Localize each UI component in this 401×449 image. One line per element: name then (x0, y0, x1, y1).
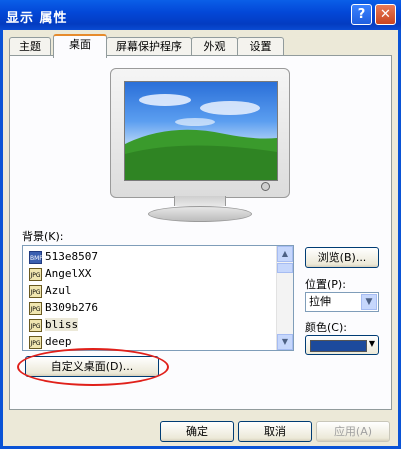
list-item[interactable]: JPG Azul (29, 283, 72, 299)
color-picker-button[interactable]: ▼ (305, 335, 379, 355)
tab-appearance[interactable]: 外观 (191, 37, 238, 56)
tab-screensaver[interactable]: 屏幕保护程序 (106, 37, 192, 56)
list-item-selected[interactable]: JPG bliss (29, 317, 79, 333)
list-scrollbar[interactable]: ▲ ▼ (276, 246, 293, 350)
monitor-frame (110, 68, 290, 198)
position-label: 位置(P): (305, 278, 346, 291)
scroll-up-arrow-icon[interactable]: ▲ (277, 246, 293, 262)
jpg-file-icon: JPG (29, 318, 42, 332)
list-item-label: B309b276 (45, 301, 98, 314)
color-label: 颜色(C): (305, 321, 347, 334)
monitor-neck (174, 196, 226, 206)
help-button[interactable]: ? (351, 4, 372, 25)
tab-settings[interactable]: 设置 (237, 37, 284, 56)
apply-button[interactable]: 应用(A) (316, 421, 390, 442)
list-item-label: AngelXX (45, 267, 92, 280)
tab-themes[interactable]: 主题 (9, 37, 51, 56)
chevron-down-icon: ▼ (368, 339, 375, 348)
list-item-label: 513e8507 (45, 250, 98, 263)
jpg-file-icon: JPG (29, 301, 42, 315)
ok-button[interactable]: 确定 (160, 421, 234, 442)
monitor-preview (110, 68, 290, 228)
background-label: 背景(K): (22, 230, 64, 243)
window-title: 显示 属性 (6, 11, 68, 26)
title-bar[interactable]: 显示 属性 ? ✕ (0, 0, 401, 30)
wallpaper-preview (124, 81, 278, 181)
position-value: 拉伸 (309, 295, 331, 308)
list-item[interactable]: BMP 513e8507 (29, 249, 98, 265)
highlight-ellipse (17, 348, 169, 386)
list-item-label: deep (45, 335, 72, 348)
list-item-label: Azul (45, 284, 72, 297)
bmp-file-icon: BMP (29, 250, 43, 264)
list-item-label: bliss (45, 318, 79, 331)
close-button[interactable]: ✕ (375, 4, 396, 25)
chevron-down-icon[interactable]: ▼ (361, 294, 377, 310)
cancel-button[interactable]: 取消 (238, 421, 312, 442)
jpg-file-icon: JPG (29, 284, 42, 298)
list-item[interactable]: JPG AngelXX (29, 266, 91, 282)
list-item[interactable]: JPG B309b276 (29, 300, 98, 316)
power-button-icon (261, 182, 270, 191)
jpg-file-icon: JPG (29, 267, 42, 281)
position-select[interactable]: 拉伸 ▼ (305, 292, 379, 312)
color-swatch (310, 340, 367, 352)
browse-button[interactable]: 浏览(B)... (305, 247, 379, 268)
monitor-base (148, 206, 252, 222)
background-list[interactable]: BMP 513e8507 JPG AngelXX JPG Azul JPG B309b2… (22, 245, 294, 351)
list-item[interactable]: JPG deep (29, 334, 72, 350)
jpg-file-icon: JPG (29, 335, 42, 349)
tab-desktop[interactable]: 桌面 (53, 34, 107, 58)
scrollbar-thumb[interactable] (277, 263, 293, 273)
scroll-down-arrow-icon[interactable]: ▼ (277, 334, 293, 350)
